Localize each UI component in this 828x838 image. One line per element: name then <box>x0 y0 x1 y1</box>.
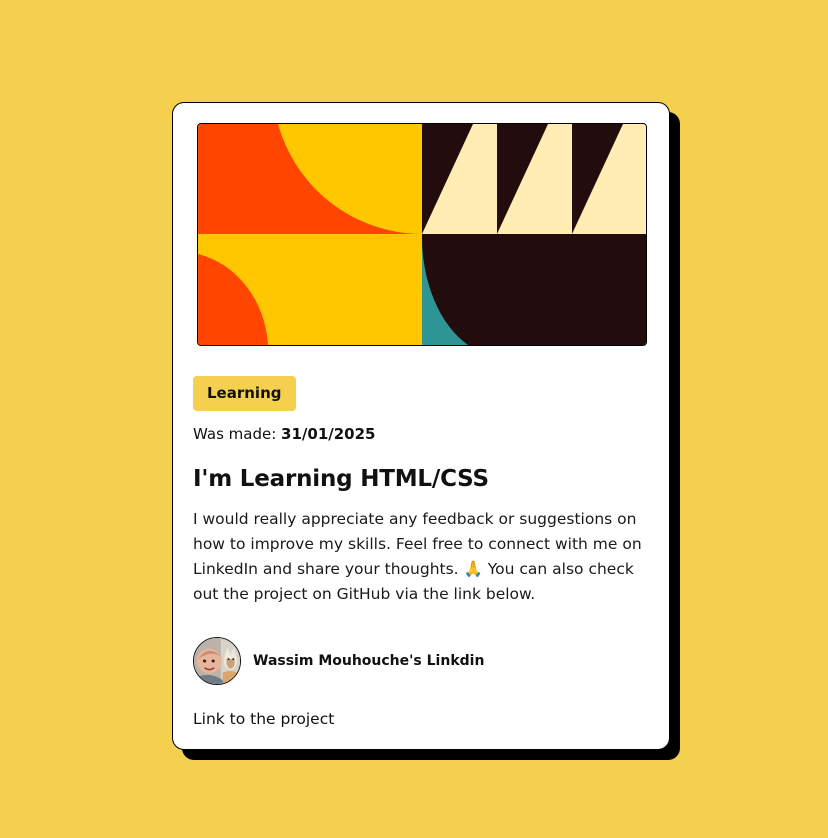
published-date-value: 31/01/2025 <box>281 425 376 443</box>
author-linkedin-link[interactable]: Wassim Mouhouche's Linkdin <box>193 636 484 686</box>
hero-illustration <box>197 123 647 346</box>
project-link[interactable]: Link to the project <box>193 708 334 730</box>
author-avatar-photo-icon <box>194 638 240 684</box>
published-label: Was made: <box>193 425 282 443</box>
card-title: I'm Learning HTML/CSS <box>193 466 489 492</box>
abstract-geometric-illustration-icon <box>198 124 646 345</box>
card-description: I would really appreciate any feedback o… <box>193 510 642 603</box>
blog-preview-card: Learning Was made: 31/01/2025 I'm Learni… <box>172 102 670 750</box>
author-avatar <box>193 637 241 685</box>
author-link-label: Wassim Mouhouche's Linkdin <box>253 653 485 669</box>
category-tag: Learning <box>193 376 296 411</box>
published-date: Was made: 31/01/2025 <box>193 423 375 445</box>
